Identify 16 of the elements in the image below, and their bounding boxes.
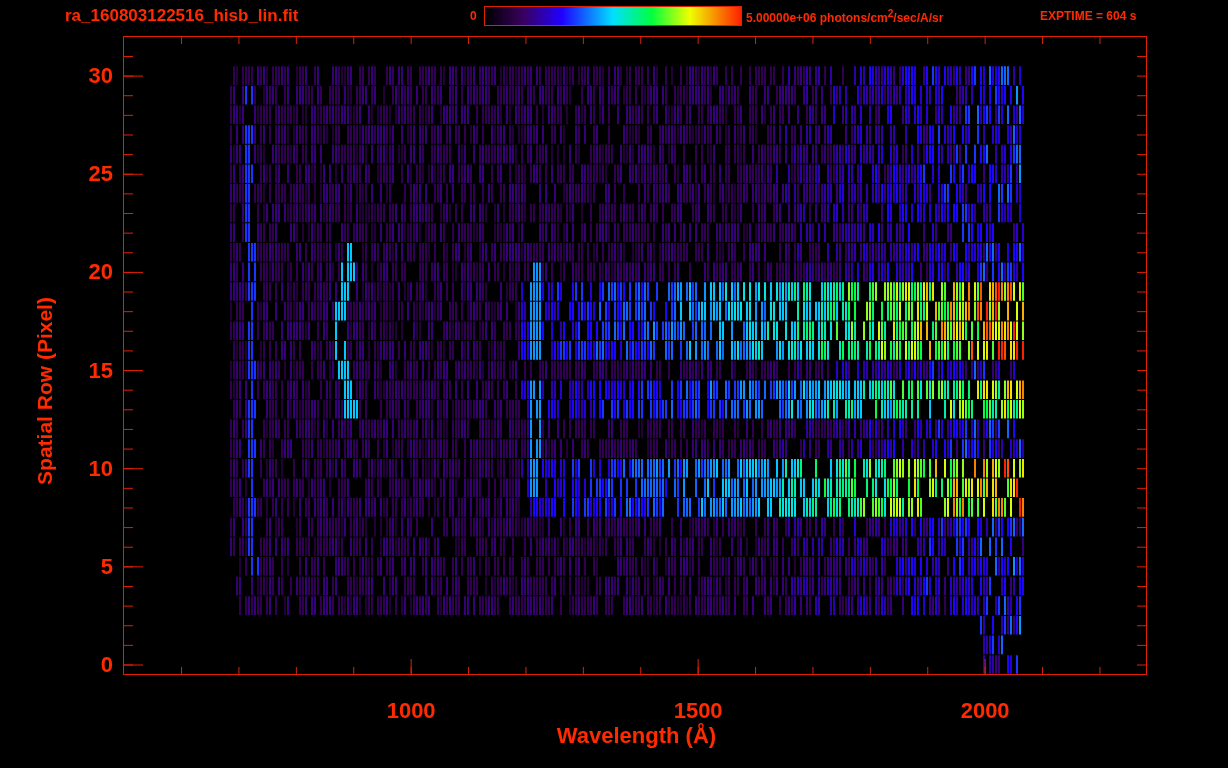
- x-tick-label: 2000: [959, 698, 1011, 724]
- colorbar-max-label: 5.00000e+06 photons/cm$^{2}$/sec/A/sr: [745, 7, 945, 25]
- x-tick-label: 1000: [385, 698, 437, 724]
- x-axis-title: Wavelength (Å): [556, 723, 717, 749]
- y-axis-title: Spatial Row (Pixel): [33, 297, 57, 485]
- y-tick-label: 0: [99, 652, 113, 678]
- y-tick-label: 25: [87, 161, 113, 188]
- exposure-time: EXPTIME = 604 s: [1040, 9, 1137, 23]
- y-tick-label: 5: [99, 553, 113, 580]
- y-tick-label: 20: [87, 259, 113, 286]
- y-tick-label: 30: [87, 63, 113, 90]
- y-tick-label: 15: [87, 357, 113, 384]
- x-tick-label: 1500: [672, 698, 724, 723]
- y-tick-label: 10: [87, 455, 113, 482]
- colorbar-min-label: 0: [470, 9, 478, 23]
- file-name: ra_160803122516_hisb_lin.fit: [65, 6, 300, 26]
